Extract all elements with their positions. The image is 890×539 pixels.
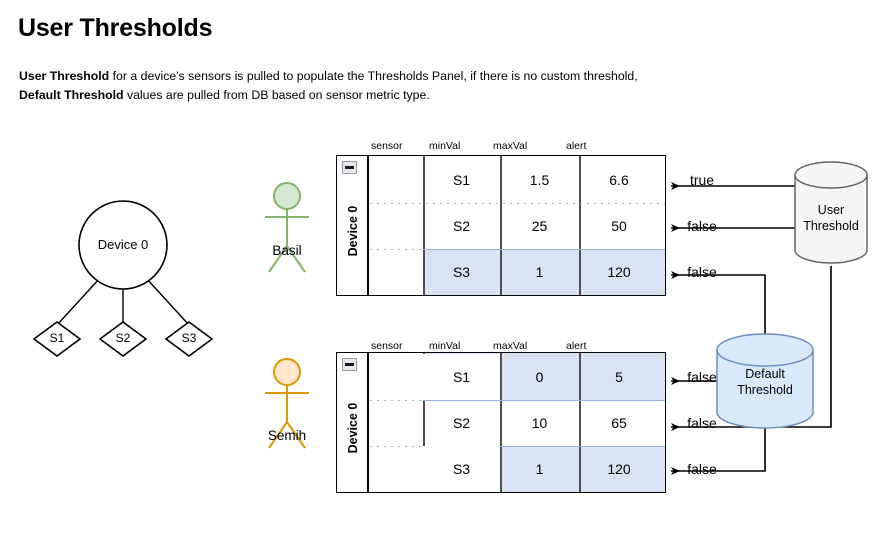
- table1-row2-maxval: 50: [611, 218, 627, 234]
- table1-divider-group: [367, 156, 369, 295]
- table1-row1-minval: 1.5: [529, 172, 550, 188]
- actor-basil-name: Basil: [272, 243, 302, 258]
- table1-row2-sensor: S2: [452, 218, 471, 234]
- table2-row3-maxval: 120: [607, 461, 631, 477]
- table2-group-label-device: Device 0: [346, 402, 360, 454]
- table1-row1-alert: true: [689, 172, 715, 188]
- table2-collapse-minus-icon[interactable]: [342, 358, 357, 371]
- table2-row3-minval: 1: [535, 461, 544, 477]
- table2-row2-maxval: 65: [611, 415, 627, 431]
- sensor-label-s1: S1: [49, 331, 65, 345]
- table1-row3-alert: false: [687, 264, 717, 280]
- thresholds-table-basil[interactable]: Device 0 S1 1.5 6.6 true S2 25 50 false …: [336, 155, 717, 296]
- tree-edge-s1: [56, 277, 101, 326]
- table2-row1-sensor: S1: [423, 354, 500, 400]
- table2-divider-group: [367, 353, 369, 492]
- actor-basil-figure[interactable]: [265, 182, 309, 273]
- sensor-label-s2: S2: [115, 331, 131, 345]
- table2-row3-alert: false: [687, 461, 717, 477]
- table2-row2-minval: 10: [531, 415, 548, 431]
- table2-row1-maxval: 5: [615, 369, 623, 385]
- table2-header-minval: minVal: [429, 340, 461, 352]
- table1-row1-sensor: S1: [452, 172, 471, 188]
- table2-row1-minval: 0: [535, 369, 544, 385]
- table2-row-separator-2: [370, 446, 423, 447]
- table1-row2-alert: false: [687, 218, 717, 234]
- thresholds-table-semih[interactable]: Device 0 S1 0 5 false S2 10 65 false S3 …: [336, 352, 717, 493]
- table2-header-sensor: sensor: [371, 340, 403, 352]
- table1-row1-maxval: 6.6: [609, 172, 629, 188]
- table2-row2-alert: false: [687, 415, 717, 431]
- db-user-line2: Threshold: [803, 219, 859, 233]
- table1-row3-sensor: S3: [452, 264, 471, 280]
- table1-header-maxval: maxVal: [493, 140, 528, 152]
- table1-row2-minval: 25: [531, 218, 548, 234]
- tree-edge-s3: [145, 277, 190, 326]
- sensor-label-s3: S3: [181, 331, 197, 345]
- table2-row2-sensor: S2: [452, 415, 471, 431]
- table1-header-minval: minVal: [429, 140, 461, 152]
- db-user-line1: User: [817, 203, 845, 217]
- table1-row3-minval: 1: [535, 264, 544, 280]
- actor-semih-name: Semih: [267, 428, 307, 443]
- table1-row-separator-2: [370, 249, 423, 250]
- table1-collapse-minus-icon[interactable]: [342, 161, 357, 174]
- table2-header-maxval: maxVal: [493, 340, 528, 352]
- table1-header-sensor: sensor: [371, 140, 403, 152]
- table2-row3-sensor: S3: [423, 446, 500, 492]
- table2-header-alert: alert: [566, 340, 587, 352]
- device-node-label: Device 0: [97, 237, 149, 252]
- table2-row-separator-1: [370, 400, 423, 401]
- database-user-threshold-label: User Threshold: [771, 202, 890, 234]
- table1-row3-maxval: 120: [607, 264, 631, 280]
- table2-row1-alert: false: [687, 369, 717, 385]
- table1-header-alert: alert: [566, 140, 587, 152]
- table1-group-label-device: Device 0: [346, 205, 360, 257]
